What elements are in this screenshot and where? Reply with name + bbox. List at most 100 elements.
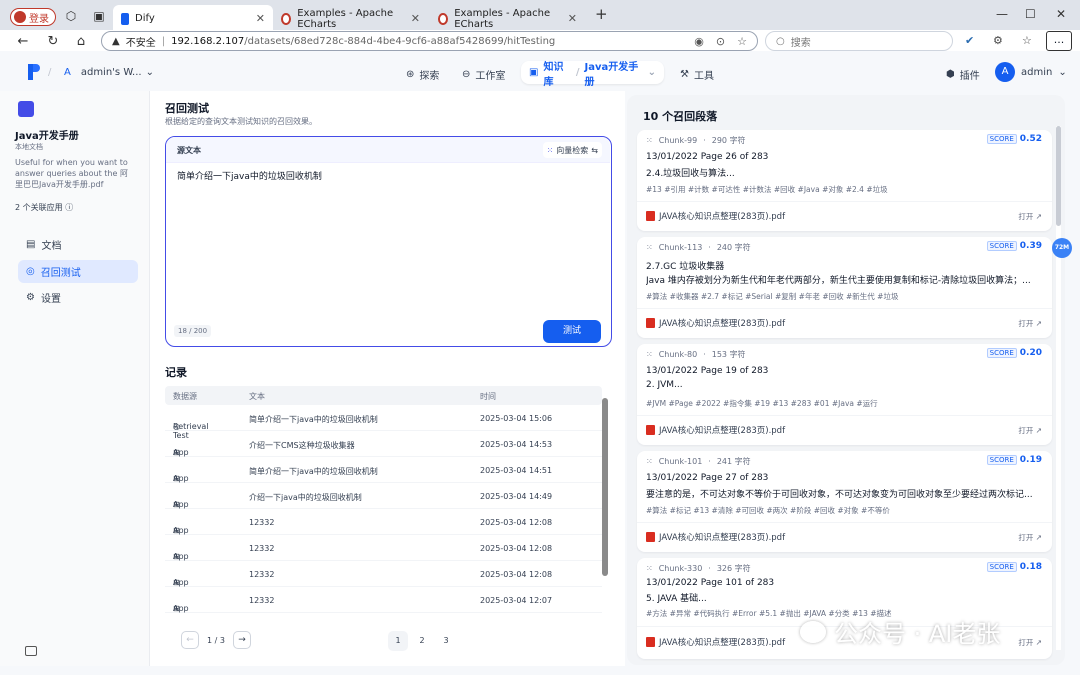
extension-icon[interactable]: ✔ — [965, 34, 974, 47]
sidebar-item-documents[interactable]: ▤ 文档 — [18, 233, 138, 256]
file-name: JAVA核心知识点整理(283页).pdf — [659, 212, 786, 222]
user-menu[interactable]: A admin ⌄ — [995, 62, 1067, 82]
row-text: 介绍一下CMS这种垃圾收集器 — [249, 441, 355, 450]
chunk-line: 2. JVM... — [646, 380, 683, 390]
new-tab-button[interactable]: + — [595, 5, 608, 23]
memory-badge[interactable]: 72M — [1052, 238, 1072, 258]
linked-apps[interactable]: 2 个关联应用 ⓘ — [15, 202, 73, 213]
echarts-favicon-icon — [438, 12, 449, 25]
table-row[interactable]: ◎ Retrieval Test 简单介绍一下java中的垃圾回收机制 2025-… — [165, 405, 602, 440]
sidebar-item-retrieval-test[interactable]: ◎ 召回测试 — [18, 260, 138, 283]
open-link[interactable]: 打开 ↗ — [1018, 532, 1042, 543]
reader-icon[interactable]: ⊙ — [716, 35, 725, 48]
table-row[interactable]: ⊞ App 12332 2025-03-04 12:08 — [165, 561, 602, 587]
score-label: SCORE — [986, 241, 1017, 251]
workspace-selector[interactable]: A admin's W... ⌄ — [64, 67, 154, 78]
maximize-icon[interactable]: ☐ — [1025, 7, 1036, 21]
browser-search-input[interactable]: ○ 搜索 — [765, 31, 953, 51]
result-card[interactable]: ⁙ Chunk-101 · 241 字符 SCORE 0.19 13/01/2022 P… — [637, 451, 1052, 552]
close-icon[interactable]: ✕ — [256, 12, 265, 25]
test-button[interactable]: 测试 — [543, 320, 601, 343]
file-name: JAVA核心知识点整理(283页).pdf — [659, 533, 786, 543]
chunk-line: 2.4.垃圾回收与算法... — [646, 169, 735, 179]
nav-knowledge-label: 知识库 — [543, 61, 564, 88]
dataset-name: Java开发手册 — [15, 131, 79, 142]
favorites-icon[interactable]: ☆ — [1022, 34, 1032, 47]
puzzle-icon[interactable]: ⚙ — [993, 34, 1003, 47]
nav-tools[interactable]: ⚒ 工具 — [680, 67, 714, 82]
page-button[interactable]: 1 — [388, 631, 408, 651]
table-row[interactable]: ⊞ App 简单介绍一下java中的垃圾回收机制 2025-03-04 14:51 — [165, 457, 602, 483]
dify-logo-icon[interactable] — [28, 64, 40, 80]
table-row[interactable]: ⊞ App 12332 2025-03-04 12:08 — [165, 535, 602, 561]
pdf-icon — [646, 637, 655, 647]
back-icon[interactable]: ← — [15, 34, 31, 49]
result-card[interactable]: ⁙ Chunk-113 · 240 字符 SCORE 0.39 2.7.GC 垃圾收集器… — [637, 237, 1052, 338]
nav-knowledge[interactable]: ▣ 知识库 / Java开发手册 ⌄ — [521, 61, 664, 88]
prev-page-button[interactable]: ← — [181, 631, 199, 649]
sidebar-item-settings[interactable]: ⚙ 设置 — [18, 286, 138, 309]
open-link[interactable]: 打开 ↗ — [1018, 211, 1042, 222]
minimize-icon[interactable]: — — [996, 7, 1008, 21]
tab-actions-icon[interactable]: ▣ — [92, 9, 106, 23]
nav-studio[interactable]: ⊖ 工作室 — [462, 67, 505, 82]
open-link[interactable]: 打开 ↗ — [1018, 637, 1042, 648]
tab-title: Dify — [135, 13, 155, 24]
translate-icon[interactable]: ◉ — [694, 35, 704, 48]
row-text: 简单介绍一下java中的垃圾回收机制 — [249, 467, 378, 476]
page-button[interactable]: 3 — [436, 631, 456, 651]
records-scrollbar[interactable] — [602, 398, 608, 576]
table-row[interactable]: ⊞ App 12332 2025-03-04 12:07 — [165, 587, 602, 613]
reload-icon[interactable]: ↻ — [45, 34, 61, 49]
open-link[interactable]: 打开 ↗ — [1018, 425, 1042, 436]
pdf-icon — [646, 318, 655, 328]
favorite-star-icon[interactable]: ☆ — [737, 35, 747, 48]
table-row[interactable]: ⊞ App 介绍一下CMS这种垃圾收集器 2025-03-04 14:53 — [165, 431, 602, 457]
home-icon[interactable]: ⌂ — [73, 34, 89, 49]
pdf-icon — [646, 211, 655, 221]
result-card[interactable]: ⁙ Chunk-99 · 290 字符 SCORE 0.52 13/01/2022 Pa… — [637, 130, 1052, 231]
row-source: App — [173, 448, 189, 457]
tab-dify[interactable]: Dify ✕ — [113, 5, 273, 32]
query-box-header: 源文本 ⁙ 向量检索 ⇆ — [166, 137, 610, 163]
chunk-line: 13/01/2022 Page 19 of 283 — [646, 366, 769, 376]
table-row[interactable]: ⊞ App 介绍一下java中的垃圾回收机制 2025-03-04 14:49 — [165, 483, 602, 509]
chunk-line: 13/01/2022 Page 26 of 283 — [646, 152, 769, 162]
row-text: 12332 — [249, 596, 275, 605]
chunk-line: 13/01/2022 Page 27 of 283 — [646, 473, 769, 483]
close-icon[interactable]: ✕ — [568, 12, 577, 25]
more-menu-button[interactable]: ... — [1046, 31, 1072, 51]
page-button[interactable]: 2 — [412, 631, 432, 651]
next-page-button[interactable]: → — [232, 631, 251, 649]
close-icon[interactable]: ✕ — [411, 12, 420, 25]
chunk-line: 13/01/2022 Page 101 of 283 — [646, 578, 775, 588]
table-row[interactable]: ⊞ App 12332 2025-03-04 12:08 — [165, 509, 602, 535]
linked-apps-label: 2 个关联应用 — [15, 203, 63, 212]
url-bar[interactable]: ▲ 不安全 | 192.168.2.107/datasets/68ed728c-… — [101, 31, 758, 51]
nav-explore[interactable]: ⊛ 探索 — [406, 67, 439, 82]
tab-echarts-1[interactable]: Examples - Apache ECharts ✕ — [273, 5, 428, 32]
tab-echarts-2[interactable]: Examples - Apache ECharts ✕ — [430, 5, 585, 32]
results-scrollbar-thumb[interactable] — [1056, 126, 1061, 226]
collapse-sidebar-icon[interactable] — [25, 646, 37, 656]
plugins-button[interactable]: ⬢ 插件 — [946, 67, 980, 82]
chunk-chars: 241 字符 — [716, 457, 751, 466]
query-textarea[interactable]: 简单介绍一下java中的垃圾回收机制 — [177, 169, 322, 182]
retrieval-mode-button[interactable]: ⁙ 向量检索 ⇆ — [542, 142, 602, 158]
warning-icon: ▲ — [112, 35, 120, 47]
profile-button[interactable]: 登录 — [10, 8, 56, 26]
dataset-description: Useful for when you want to answer queri… — [15, 158, 128, 189]
workspaces-icon[interactable]: ⬡ — [64, 9, 78, 23]
profile-label: 登录 — [29, 13, 49, 25]
search-placeholder: 搜索 — [790, 37, 811, 49]
cube-icon: ⬢ — [946, 69, 955, 80]
result-card[interactable]: ⁙ Chunk-80 · 153 字符 SCORE 0.20 13/01/2022 Pa… — [637, 344, 1052, 445]
sidebar-item-label: 召回测试 — [40, 268, 81, 279]
chunk-id: Chunk-101 — [658, 457, 703, 466]
open-link[interactable]: 打开 ↗ — [1018, 318, 1042, 329]
close-window-icon[interactable]: ✕ — [1056, 7, 1066, 21]
char-count: 18 / 200 — [174, 325, 212, 337]
security-label: 不安全 — [125, 37, 156, 49]
nav-knowledge-current[interactable]: Java开发手册 — [584, 58, 642, 88]
chunk-keywords: #JVM #Page #2022 #指令集 #19 #13 #283 #01 #… — [646, 399, 878, 408]
